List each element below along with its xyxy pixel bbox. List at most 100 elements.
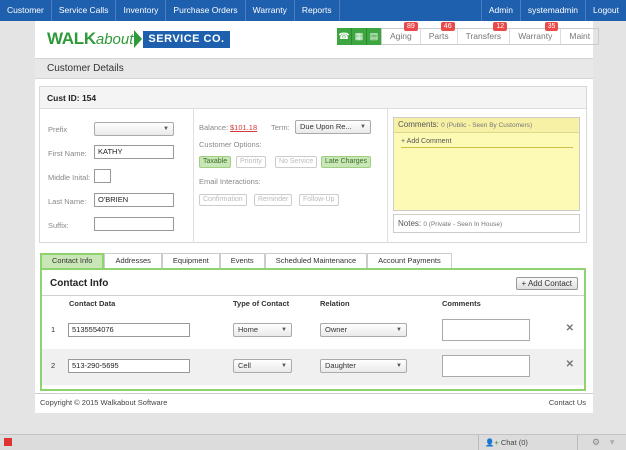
count-badge: 35: [544, 22, 559, 31]
term-label: Term:: [271, 123, 290, 132]
notes-count: 0 (Private - Seen In House): [423, 221, 503, 228]
logo-about-text: about: [95, 30, 134, 48]
customer-id: Cust ID: 154: [47, 93, 97, 103]
nav-user[interactable]: systemadmin: [519, 0, 585, 21]
tab-addresses[interactable]: Addresses: [104, 253, 162, 269]
notes-panel[interactable]: Notes: 0 (Private - Seen In House): [393, 214, 580, 233]
calculator-icon[interactable]: ▤: [367, 28, 382, 45]
chevron-down-icon: ▼: [396, 327, 402, 333]
contact-type-select[interactable]: Cell ▼: [233, 359, 292, 373]
comments-panel: Comments: 0 (Public - Seen By Customers)…: [393, 117, 580, 211]
nav-logout[interactable]: Logout: [585, 0, 626, 21]
contact-comment-input[interactable]: [442, 319, 530, 341]
status-tab-aging[interactable]: Aging 89: [382, 22, 421, 44]
customer-card: Cust ID: 154 Prefix ▼ First Name: KATHY …: [39, 86, 587, 243]
status-tab-label: Maint: [569, 31, 591, 41]
bottom-bar: 👤+ Chat (0) ⚙ ⩔: [0, 434, 626, 450]
status-tab-maint[interactable]: Maint: [561, 29, 598, 44]
column-header-relation: Relation: [320, 299, 350, 308]
flag-icon[interactable]: [4, 438, 12, 446]
app-header: WALK about SERVICE CO. ☎ ▦ ▤ Aging 89 Pa…: [35, 21, 600, 58]
delete-icon[interactable]: ✕: [566, 323, 574, 334]
tab-account-payments[interactable]: Account Payments: [367, 253, 452, 269]
chevron-down-icon: ▼: [163, 126, 169, 132]
nav-inventory[interactable]: Inventory: [116, 0, 167, 21]
count-badge: 46: [440, 22, 455, 31]
chat-button[interactable]: 👤+ Chat (0): [478, 435, 578, 450]
gear-icon[interactable]: ⚙: [592, 437, 600, 448]
balance-value[interactable]: $101.18: [230, 123, 257, 132]
tab-equipment[interactable]: Equipment: [161, 253, 220, 269]
term-value: Due Upon Re...: [300, 122, 352, 131]
walkabout-logo[interactable]: WALK about SERVICE CO.: [47, 29, 230, 49]
nav-customer[interactable]: Customer: [0, 0, 52, 21]
option-taxable[interactable]: Taxable: [199, 156, 232, 168]
calendar-icon[interactable]: ▦: [352, 28, 367, 45]
chevron-down-icon: ▼: [360, 124, 366, 130]
contact-info-panel: Contact Info + Add Contact Contact Data …: [40, 268, 586, 391]
prefix-label: Prefix: [48, 125, 68, 134]
nav-admin[interactable]: Admin: [480, 0, 520, 21]
balance-label: Balance:: [199, 123, 229, 132]
chevron-down-icon: ▼: [396, 363, 402, 369]
row-number: 1: [51, 325, 56, 334]
tab-events[interactable]: Events: [219, 253, 265, 269]
first-name-input[interactable]: KATHY: [94, 145, 174, 159]
option-priority[interactable]: Priority: [236, 156, 266, 168]
add-contact-button[interactable]: + Add Contact: [515, 277, 578, 290]
term-select[interactable]: Due Upon Re... ▼: [295, 120, 371, 134]
status-tab-transfers[interactable]: Transfers 12: [458, 22, 511, 44]
option-no-service[interactable]: No Service: [275, 156, 318, 168]
detail-tabs: Contact Info Addresses Equipment Events …: [40, 253, 452, 269]
status-tab-label: Parts: [428, 31, 449, 41]
email-reminder[interactable]: Reminder: [254, 194, 293, 206]
contact-data-input[interactable]: 5135554076: [68, 323, 190, 337]
status-tab-warranty[interactable]: Warranty 35: [510, 22, 562, 44]
contact-comment-input[interactable]: [442, 355, 530, 377]
chevron-down-icon[interactable]: ⩔: [610, 437, 615, 447]
notes-title: Notes:: [398, 219, 422, 228]
column-header-type: Type of Contact: [233, 299, 290, 308]
count-badge: 12: [493, 22, 508, 31]
first-name-label: First Name:: [48, 149, 87, 158]
last-name-label: Last Name:: [48, 197, 87, 206]
comments-count: 0 (Public - Seen By Customers): [441, 122, 533, 129]
nav-purchase-orders[interactable]: Purchase Orders: [166, 0, 246, 21]
relation-select[interactable]: Daughter ▼: [320, 359, 407, 373]
logo-walk-text: WALK: [47, 29, 96, 48]
middle-initial-input[interactable]: [94, 169, 111, 183]
comments-title: Comments:: [398, 120, 439, 129]
option-late-charges[interactable]: Late Charges: [321, 156, 372, 168]
status-tab-parts[interactable]: Parts 46: [421, 22, 458, 44]
add-comment-link[interactable]: + Add Comment: [401, 138, 573, 148]
column-header-contact-data: Contact Data: [69, 299, 116, 308]
chat-label: Chat (0): [500, 438, 528, 447]
status-tab-label: Warranty: [518, 31, 553, 41]
nav-right: Admin systemadmin Logout: [480, 0, 626, 21]
divider: [42, 295, 584, 296]
contact-info-title: Contact Info: [50, 278, 109, 289]
status-tabs: Aging 89 Parts 46 Transfers 12 Warranty …: [381, 22, 600, 45]
quick-icons: ☎ ▦ ▤: [337, 28, 382, 45]
status-tab-label: Aging: [390, 31, 412, 41]
nav-warranty[interactable]: Warranty: [246, 0, 295, 21]
page-title: Customer Details: [47, 63, 124, 74]
tab-contact-info[interactable]: Contact Info: [40, 253, 105, 269]
contact-us-link[interactable]: Contact Us: [549, 398, 586, 407]
email-confirmation[interactable]: Confirmation: [199, 194, 247, 206]
contact-type-select[interactable]: Home ▼: [233, 323, 292, 337]
tab-scheduled-maintenance[interactable]: Scheduled Maintenance: [264, 253, 368, 269]
customer-id-header: Cust ID: 154: [40, 87, 586, 109]
contact-data-input[interactable]: 513-290-5695: [68, 359, 190, 373]
phone-icon[interactable]: ☎: [337, 28, 352, 45]
delete-icon[interactable]: ✕: [566, 359, 574, 370]
relation-select[interactable]: Owner ▼: [320, 323, 407, 337]
nav-service-calls[interactable]: Service Calls: [52, 0, 117, 21]
nav-reports[interactable]: Reports: [295, 0, 340, 21]
email-follow-up[interactable]: Follow-Up: [299, 194, 339, 206]
prefix-select[interactable]: ▼: [94, 122, 174, 136]
suffix-input[interactable]: [94, 217, 174, 231]
customer-options-label: Customer Options:: [199, 140, 262, 149]
last-name-input[interactable]: O'BRIEN: [94, 193, 174, 207]
contact-type-value: Home: [238, 325, 259, 334]
